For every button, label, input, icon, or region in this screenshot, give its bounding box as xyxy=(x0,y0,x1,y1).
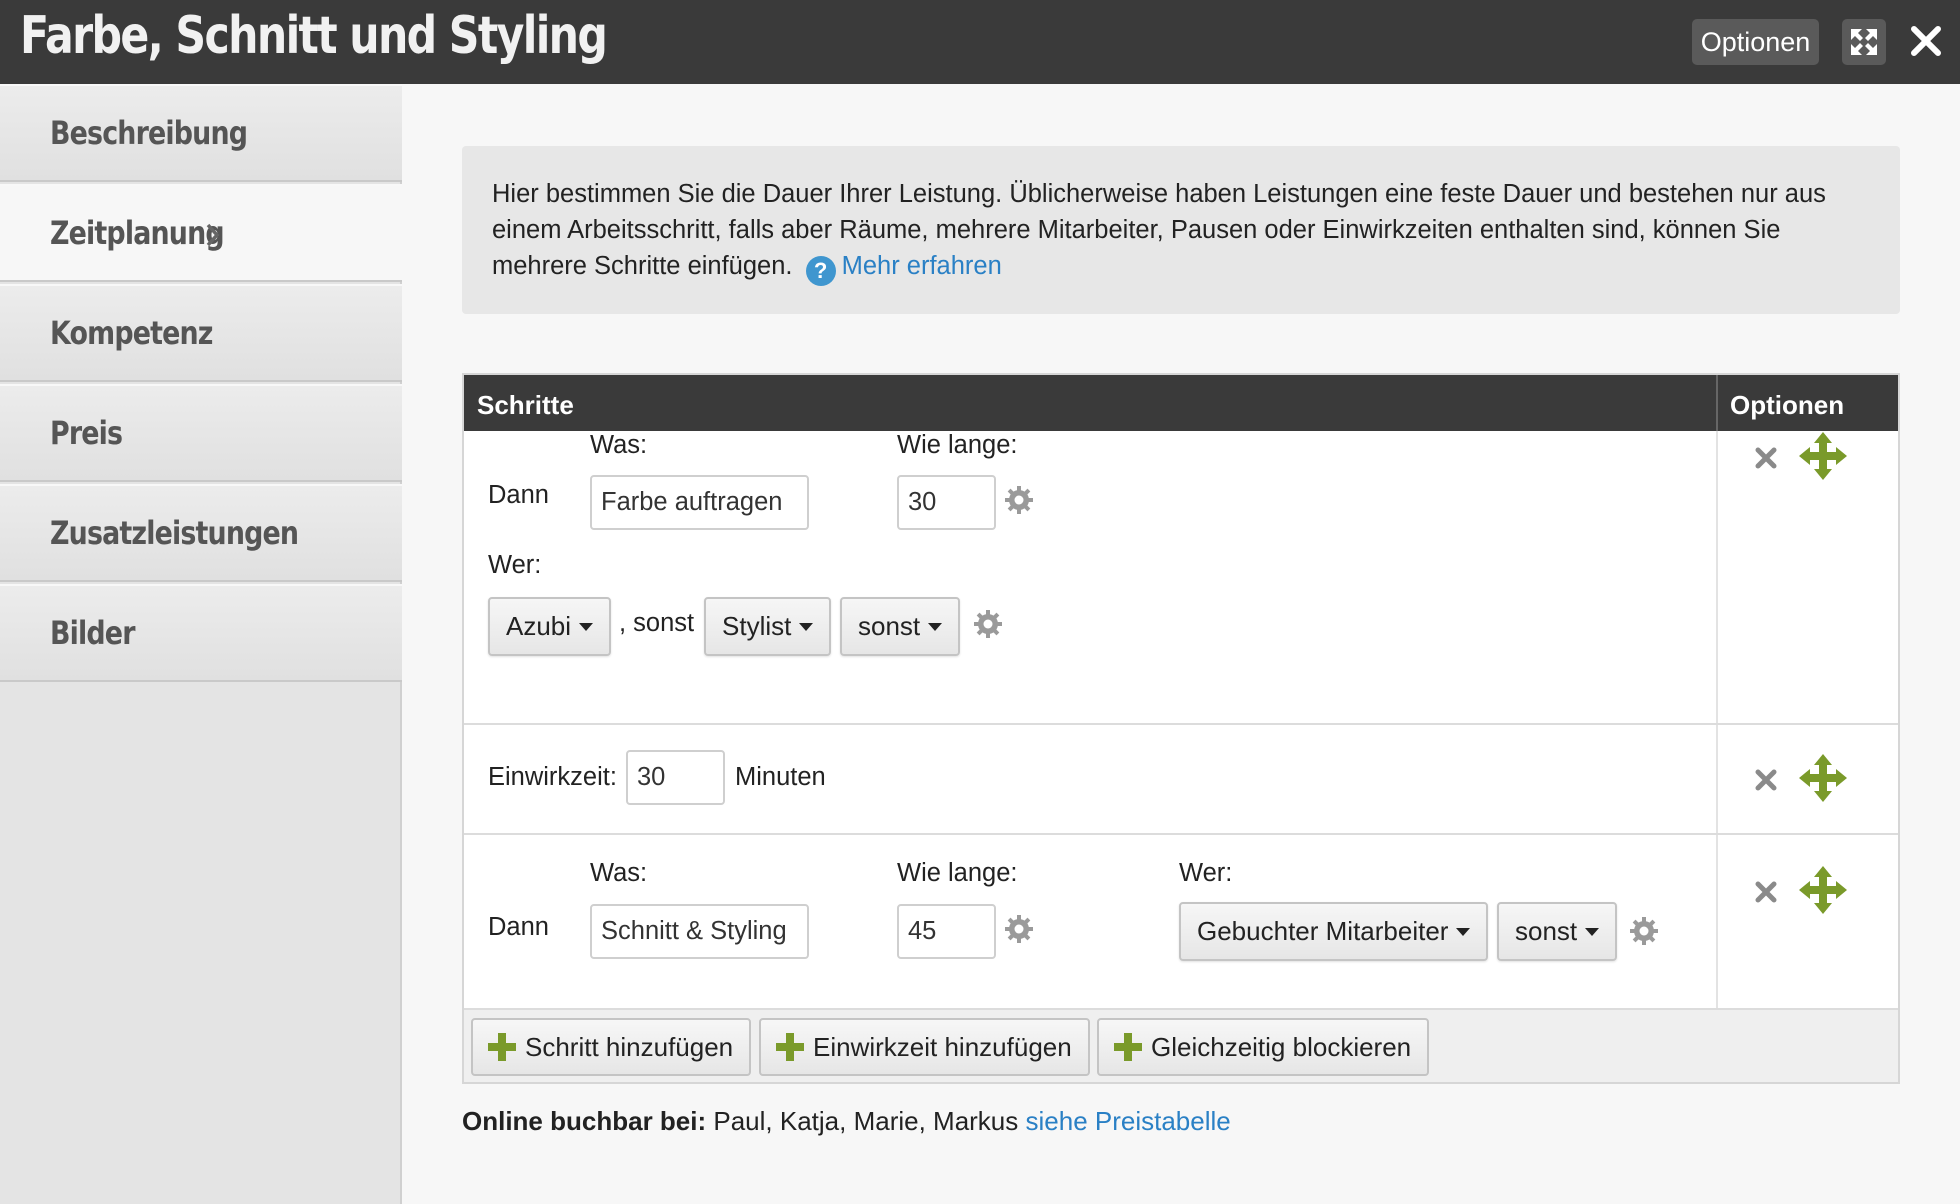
header-divider xyxy=(1716,375,1718,431)
info-box: Hier bestimmen Sie die Dauer Ihrer Leist… xyxy=(462,146,1900,314)
duration-label: Wie lange: xyxy=(897,431,1018,459)
duration-label: Wie lange: xyxy=(897,859,1018,887)
close-icon xyxy=(1911,26,1941,56)
sidebar-item-label: Bilder xyxy=(50,614,135,652)
delete-icon[interactable] xyxy=(1751,765,1781,795)
was-label: Was: xyxy=(590,859,648,887)
plus-icon xyxy=(488,1033,516,1061)
sidebar-item-label: Kompetenz xyxy=(50,314,213,352)
move-icon[interactable] xyxy=(1798,431,1848,481)
options-divider xyxy=(1716,725,1718,833)
options-divider xyxy=(1716,431,1718,723)
table-actions: Schritt hinzufügen Einwirkzeit hinzufüge… xyxy=(464,1010,1898,1082)
sidebar-item-preis[interactable]: Preis xyxy=(0,384,402,482)
block-label: Gleichzeitig blockieren xyxy=(1151,1032,1412,1062)
sidebar-item-bilder[interactable]: Bilder xyxy=(0,584,402,682)
price-table-link[interactable]: siehe Preistabelle xyxy=(1026,1106,1231,1136)
move-icon[interactable] xyxy=(1798,865,1848,915)
sidebar: Beschreibung Zeitplanung Kompetenz Preis… xyxy=(0,84,402,1204)
add-pause-label: Einwirkzeit hinzufügen xyxy=(813,1032,1072,1062)
steps-table: Schritte Optionen Dann Was: Farbe auftra… xyxy=(462,373,1900,1084)
step-prefix: Dann xyxy=(488,481,549,509)
help-icon[interactable]: ? xyxy=(805,256,836,286)
block-simultaneously-button[interactable]: Gleichzeitig blockieren xyxy=(1097,1018,1430,1076)
sidebar-item-zusatzleistungen[interactable]: Zusatzleistungen xyxy=(0,484,402,582)
gear-icon[interactable] xyxy=(973,609,1003,639)
pause-label: Einwirkzeit: xyxy=(488,763,617,791)
dropdown-value: sonst xyxy=(858,611,921,641)
mehr-erfahren-link[interactable]: Mehr erfahren xyxy=(842,252,1002,280)
step-row-2: Dann Was: Schnitt & Styling Wie lange: 4… xyxy=(464,835,1898,1010)
sonst-text: , sonst xyxy=(619,609,695,637)
sidebar-item-label: Zeitplanung xyxy=(50,214,225,252)
online-bookable-staff: Paul, Katja, Marie, Markus xyxy=(713,1106,1019,1136)
caret-down-icon xyxy=(1585,928,1600,936)
pause-duration-input[interactable]: 30 xyxy=(626,750,725,805)
pause-unit: Minuten xyxy=(735,763,826,791)
chevron-right-icon xyxy=(206,223,220,247)
wer-label: Wer: xyxy=(1179,859,1233,887)
caret-down-icon xyxy=(928,623,943,631)
staff-dropdown-primary[interactable]: Azubi xyxy=(488,597,612,656)
step-row-1: Dann Was: Farbe auftragen Wie lange: 30 … xyxy=(464,431,1898,725)
step-name-input[interactable]: Farbe auftragen xyxy=(590,475,809,530)
dropdown-value: sonst xyxy=(1515,916,1578,946)
staff-dropdown-fallback[interactable]: sonst xyxy=(840,597,961,656)
step-prefix: Dann xyxy=(488,913,549,941)
wer-label: Wer: xyxy=(488,551,542,579)
window-header: Farbe, Schnitt und Styling Optionen xyxy=(0,0,1960,84)
column-header-options: Optionen xyxy=(1730,390,1845,420)
options-button[interactable]: Optionen xyxy=(1692,19,1819,65)
duration-input[interactable]: 45 xyxy=(897,904,996,959)
was-label: Was: xyxy=(590,431,648,459)
staff-dropdown-fallback[interactable]: sonst xyxy=(1497,902,1618,961)
caret-down-icon xyxy=(799,623,814,631)
pause-row: Einwirkzeit: 30 Minuten xyxy=(464,725,1898,835)
dropdown-value: Azubi xyxy=(506,611,572,641)
column-header-steps: Schritte xyxy=(477,390,574,420)
duration-input[interactable]: 30 xyxy=(897,475,996,530)
dropdown-value: Gebuchter Mitarbeiter xyxy=(1197,916,1449,946)
sidebar-item-label: Beschreibung xyxy=(50,114,248,152)
delete-icon[interactable] xyxy=(1751,877,1781,907)
sidebar-item-beschreibung[interactable]: Beschreibung xyxy=(0,84,402,182)
info-text-block: Hier bestimmen Sie die Dauer Ihrer Leist… xyxy=(492,176,1882,286)
caret-down-icon xyxy=(1456,928,1471,936)
online-bookable-label: Online buchbar bei: xyxy=(462,1106,707,1136)
sidebar-item-zeitplanung[interactable]: Zeitplanung xyxy=(0,184,402,282)
plus-icon xyxy=(776,1033,804,1061)
caret-down-icon xyxy=(579,623,594,631)
fullscreen-icon xyxy=(1851,29,1877,55)
step-name-input[interactable]: Schnitt & Styling xyxy=(590,904,809,959)
sidebar-item-label: Zusatzleistungen xyxy=(50,514,299,552)
fullscreen-button[interactable] xyxy=(1842,19,1886,65)
sidebar-item-kompetenz[interactable]: Kompetenz xyxy=(0,284,402,382)
options-divider xyxy=(1716,835,1718,1008)
staff-dropdown-secondary[interactable]: Stylist xyxy=(704,597,832,656)
gear-icon[interactable] xyxy=(1629,916,1659,946)
delete-icon[interactable] xyxy=(1751,443,1781,473)
window-title: Farbe, Schnitt und Styling xyxy=(20,6,608,66)
move-icon[interactable] xyxy=(1798,753,1848,803)
dropdown-value: Stylist xyxy=(722,611,792,641)
table-header: Schritte Optionen xyxy=(464,375,1898,431)
sidebar-item-label: Preis xyxy=(50,414,123,452)
add-pause-button[interactable]: Einwirkzeit hinzufügen xyxy=(759,1018,1090,1076)
add-step-button[interactable]: Schritt hinzufügen xyxy=(471,1018,752,1076)
close-window-button[interactable] xyxy=(1904,18,1948,64)
gear-icon[interactable] xyxy=(1004,914,1034,944)
info-text: Hier bestimmen Sie die Dauer Ihrer Leist… xyxy=(492,180,1826,280)
staff-dropdown-primary[interactable]: Gebuchter Mitarbeiter xyxy=(1179,902,1489,961)
gear-icon[interactable] xyxy=(1004,485,1034,515)
online-bookable-line: Online buchbar bei: Paul, Katja, Marie, … xyxy=(462,1106,1231,1137)
plus-icon xyxy=(1114,1033,1142,1061)
add-step-label: Schritt hinzufügen xyxy=(525,1032,734,1062)
